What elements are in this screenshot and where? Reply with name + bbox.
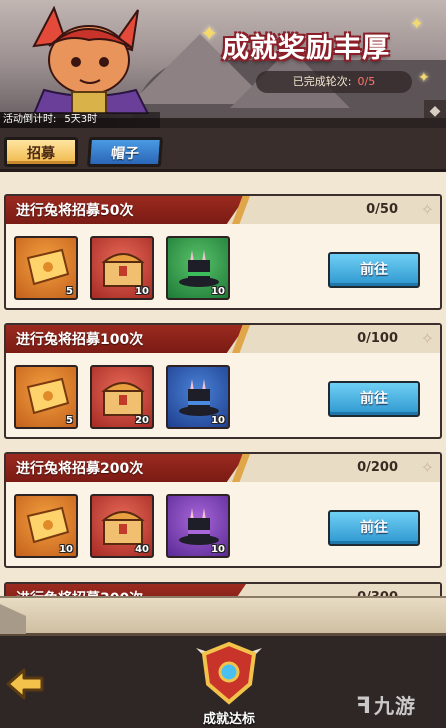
task-title: 进行兔将招募100次 (16, 332, 144, 348)
go-button[interactable]: 前往 (328, 381, 420, 417)
watermark-text: 九游 (374, 694, 417, 718)
reward-item[interactable]: 5 (14, 365, 78, 429)
sparkle-icon: ✦ (410, 14, 424, 33)
corner-deco-icon: ✧ (420, 329, 434, 348)
task-title: 进行兔将招募200次 (16, 461, 144, 477)
reward-item[interactable]: 20 (90, 365, 154, 429)
reward-item[interactable]: 10 (166, 494, 230, 558)
reward-qty: 10 (135, 286, 149, 297)
tab-recruit[interactable]: 招募 (4, 137, 78, 167)
scroll-edge-deco (0, 596, 446, 636)
tab-bar: 招募 帽子 (0, 128, 446, 172)
sparkle-icon: ✦ (418, 70, 430, 86)
rabbit-hero-portrait (32, 6, 150, 114)
sparkle-icon: ✦ (200, 22, 219, 47)
jiuyou-logo-icon: ꟻ (356, 694, 373, 719)
task-progress: 0/50 (366, 202, 398, 217)
achievement-button[interactable]: 成就达标 (192, 640, 266, 727)
diamond-corner-icon: ◆ (424, 100, 446, 118)
task-progress: 0/200 (357, 460, 398, 475)
watermark: ꟻ 九游 (356, 690, 416, 719)
reward-qty: 40 (135, 544, 149, 555)
task-header: 进行兔将招募200次 0/200 ✧ (6, 454, 440, 482)
corner-deco-icon: ✧ (420, 458, 434, 477)
task-header: 进行兔将招募50次 0/50 ✧ (6, 196, 440, 224)
rounds-value: 0/5 (357, 75, 376, 88)
reward-qty: 10 (211, 415, 225, 426)
go-button[interactable]: 前往 (328, 252, 420, 288)
reward-qty: 10 (211, 286, 225, 297)
task-progress: 0/100 (357, 331, 398, 346)
reward-qty: 5 (66, 286, 73, 297)
reward-item[interactable]: 10 (166, 236, 230, 300)
back-arrow-icon[interactable] (4, 662, 48, 706)
event-banner: ✦ ✦ ✦ 成就奖励丰厚 已完成轮次: 0/5 ◆ (0, 0, 446, 118)
rounds-counter: 已完成轮次: 0/5 (256, 71, 412, 93)
task-card: 进行兔将招募200次 0/200 ✧ 10 40 10 前往 (4, 452, 442, 568)
reward-qty: 10 (59, 544, 73, 555)
ticket-icon (26, 248, 70, 286)
countdown-timer: 活动倒计时: 5天3时 (0, 112, 160, 128)
task-title: 进行兔将招募50次 (16, 203, 134, 219)
achievement-label: 成就达标 (202, 712, 255, 727)
task-list[interactable]: 进行兔将招募50次 0/50 ✧ 5 10 10 前往 进行兔将招募100次 0… (0, 172, 446, 604)
reward-item[interactable]: 5 (14, 236, 78, 300)
reward-item[interactable]: 10 (166, 365, 230, 429)
go-button[interactable]: 前往 (328, 510, 420, 546)
shield-emblem-icon (196, 641, 262, 705)
tab-hat[interactable]: 帽子 (86, 137, 164, 167)
reward-qty: 20 (135, 415, 149, 426)
timer-value: 5天3时 (64, 114, 98, 125)
task-card: 进行兔将招募50次 0/50 ✧ 5 10 10 前往 (4, 194, 442, 310)
task-header: 进行兔将招募100次 0/100 ✧ (6, 325, 440, 353)
task-card: 进行兔将招募100次 0/100 ✧ 5 20 10 前往 (4, 323, 442, 439)
reward-item[interactable]: 40 (90, 494, 154, 558)
rounds-label: 已完成轮次: (292, 75, 352, 88)
reward-item[interactable]: 10 (90, 236, 154, 300)
reward-item[interactable]: 10 (14, 494, 78, 558)
ticket-icon (26, 377, 70, 415)
timer-label: 活动倒计时: (3, 114, 57, 125)
banner-title: 成就奖励丰厚 (222, 33, 390, 64)
reward-qty: 10 (211, 544, 225, 555)
corner-deco-icon: ✧ (420, 200, 434, 219)
reward-qty: 5 (66, 415, 73, 426)
